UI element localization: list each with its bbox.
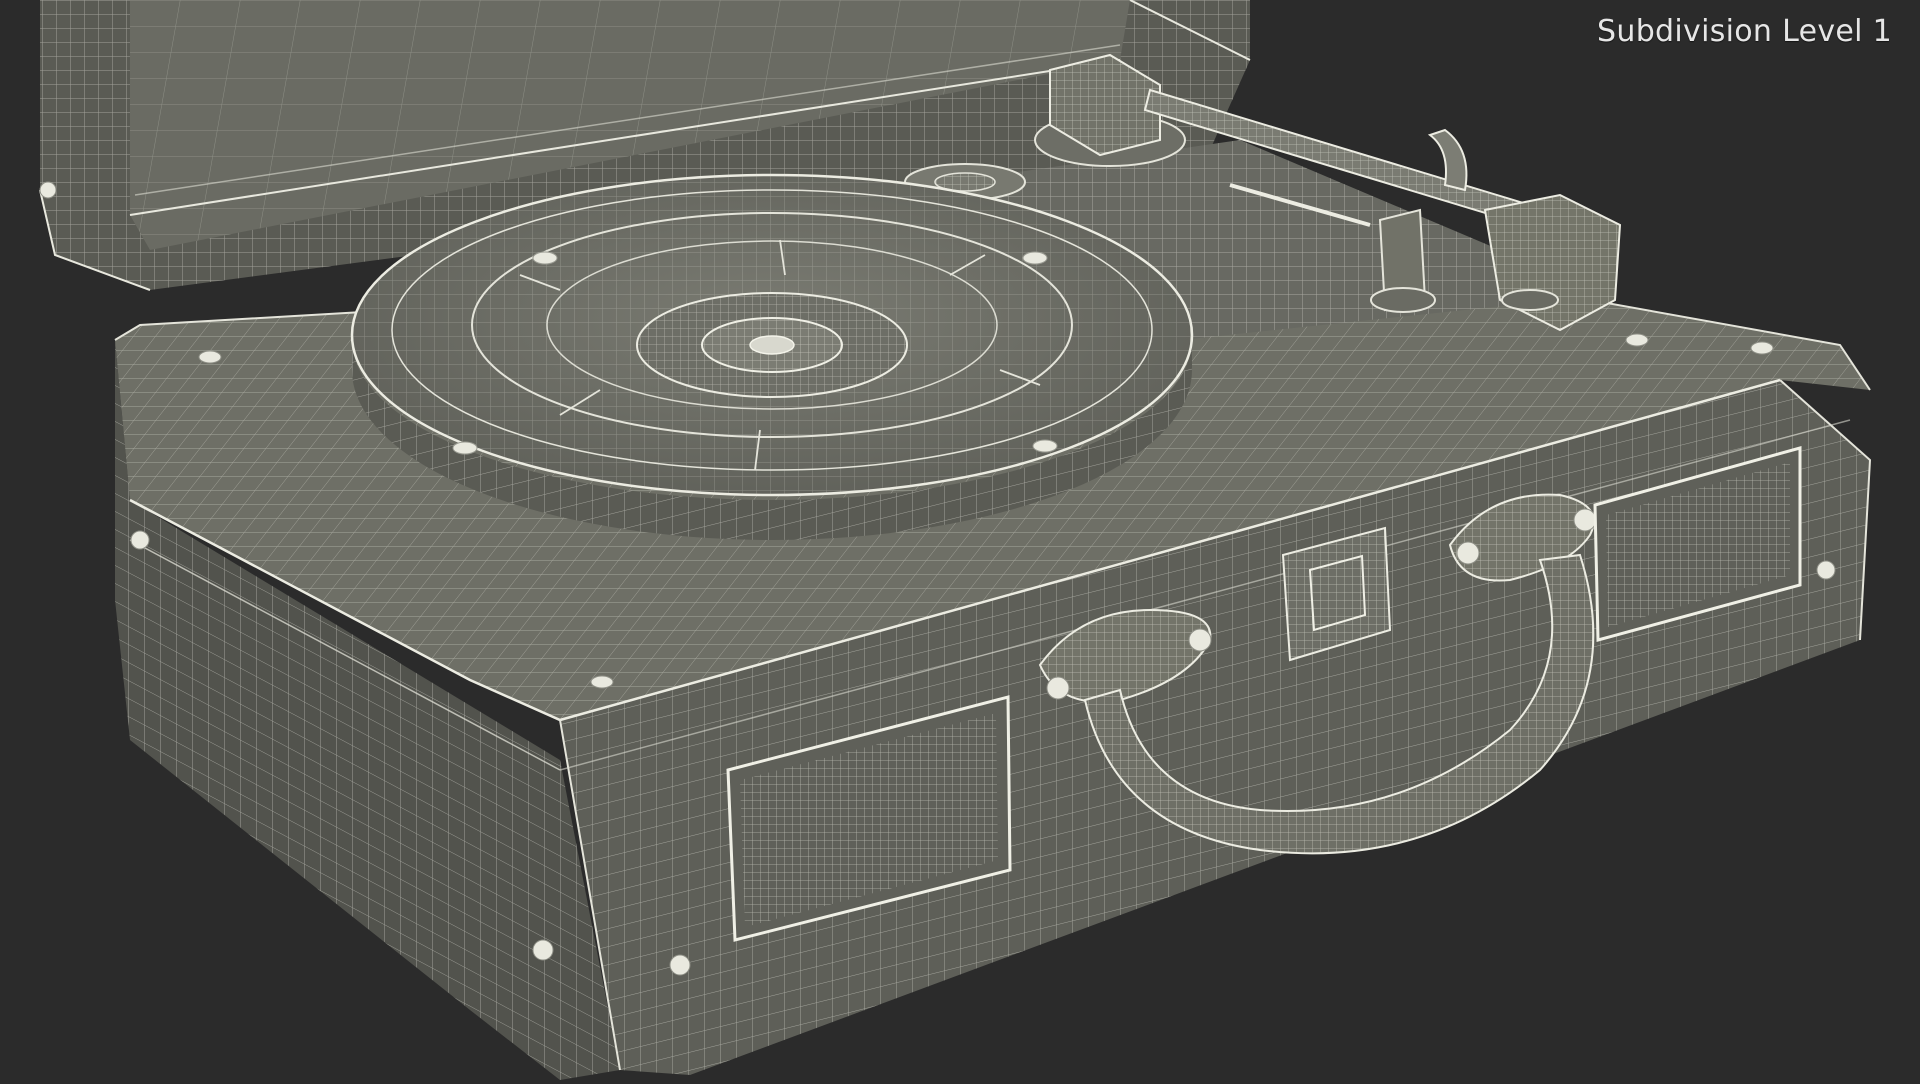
subdivision-level-label: Subdivision Level 1 — [1597, 14, 1892, 49]
turntable-platter — [350, 173, 1194, 540]
wireframe-render — [39, 0, 1872, 1080]
render-viewport — [0, 0, 1920, 1080]
